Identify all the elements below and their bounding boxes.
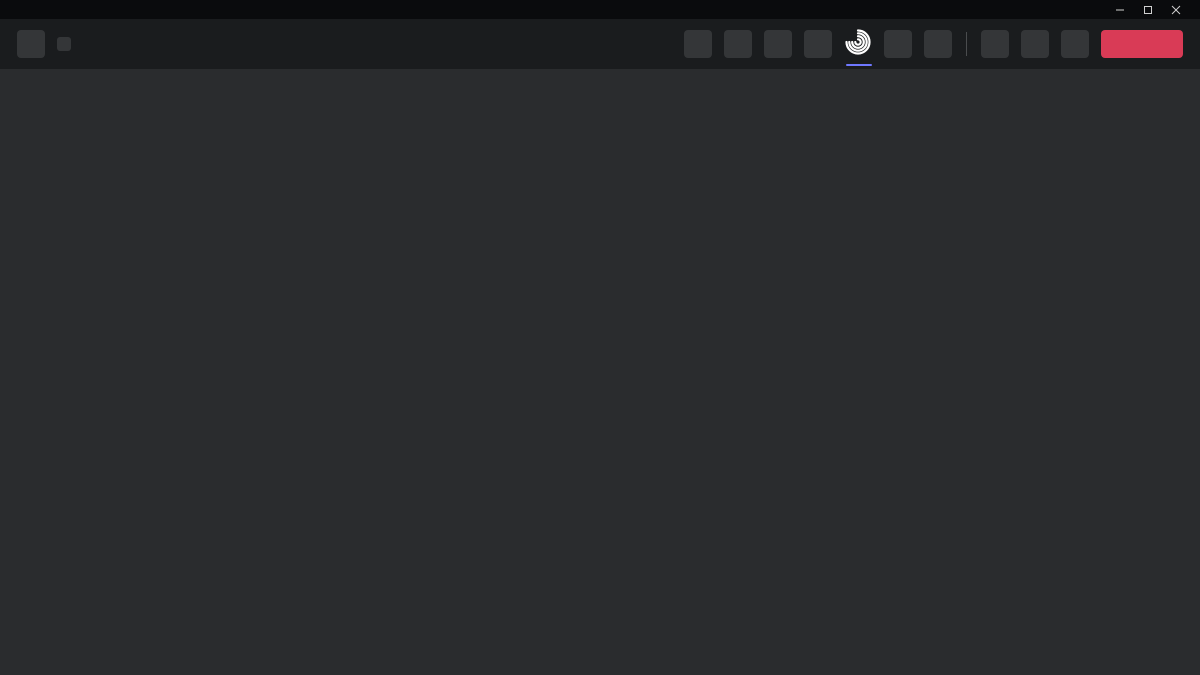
tool-button-2[interactable]: [724, 30, 752, 58]
tool-button-6[interactable]: [924, 30, 952, 58]
window-maximize-button[interactable]: [1134, 0, 1162, 19]
toolbar-left-group: [17, 30, 71, 58]
tool-button-8[interactable]: [1021, 30, 1049, 58]
toolbar-divider: [966, 32, 967, 56]
spiral-icon: [845, 29, 871, 60]
tool-button-5[interactable]: [884, 30, 912, 58]
toolbar-right-group: [684, 30, 1183, 58]
main-content-area: [0, 69, 1200, 675]
tool-button-4[interactable]: [804, 30, 832, 58]
primary-cta-button[interactable]: [1101, 30, 1183, 58]
tool-button-7[interactable]: [981, 30, 1009, 58]
spiral-mode-button[interactable]: [844, 30, 872, 58]
toolbar-secondary-button[interactable]: [57, 37, 71, 51]
app-menu-button[interactable]: [17, 30, 45, 58]
tool-button-1[interactable]: [684, 30, 712, 58]
tool-button-9[interactable]: [1061, 30, 1089, 58]
window-titlebar: [0, 0, 1200, 19]
window-minimize-button[interactable]: [1106, 0, 1134, 19]
tool-button-3[interactable]: [764, 30, 792, 58]
window-close-button[interactable]: [1162, 0, 1190, 19]
app-toolbar: [0, 19, 1200, 69]
